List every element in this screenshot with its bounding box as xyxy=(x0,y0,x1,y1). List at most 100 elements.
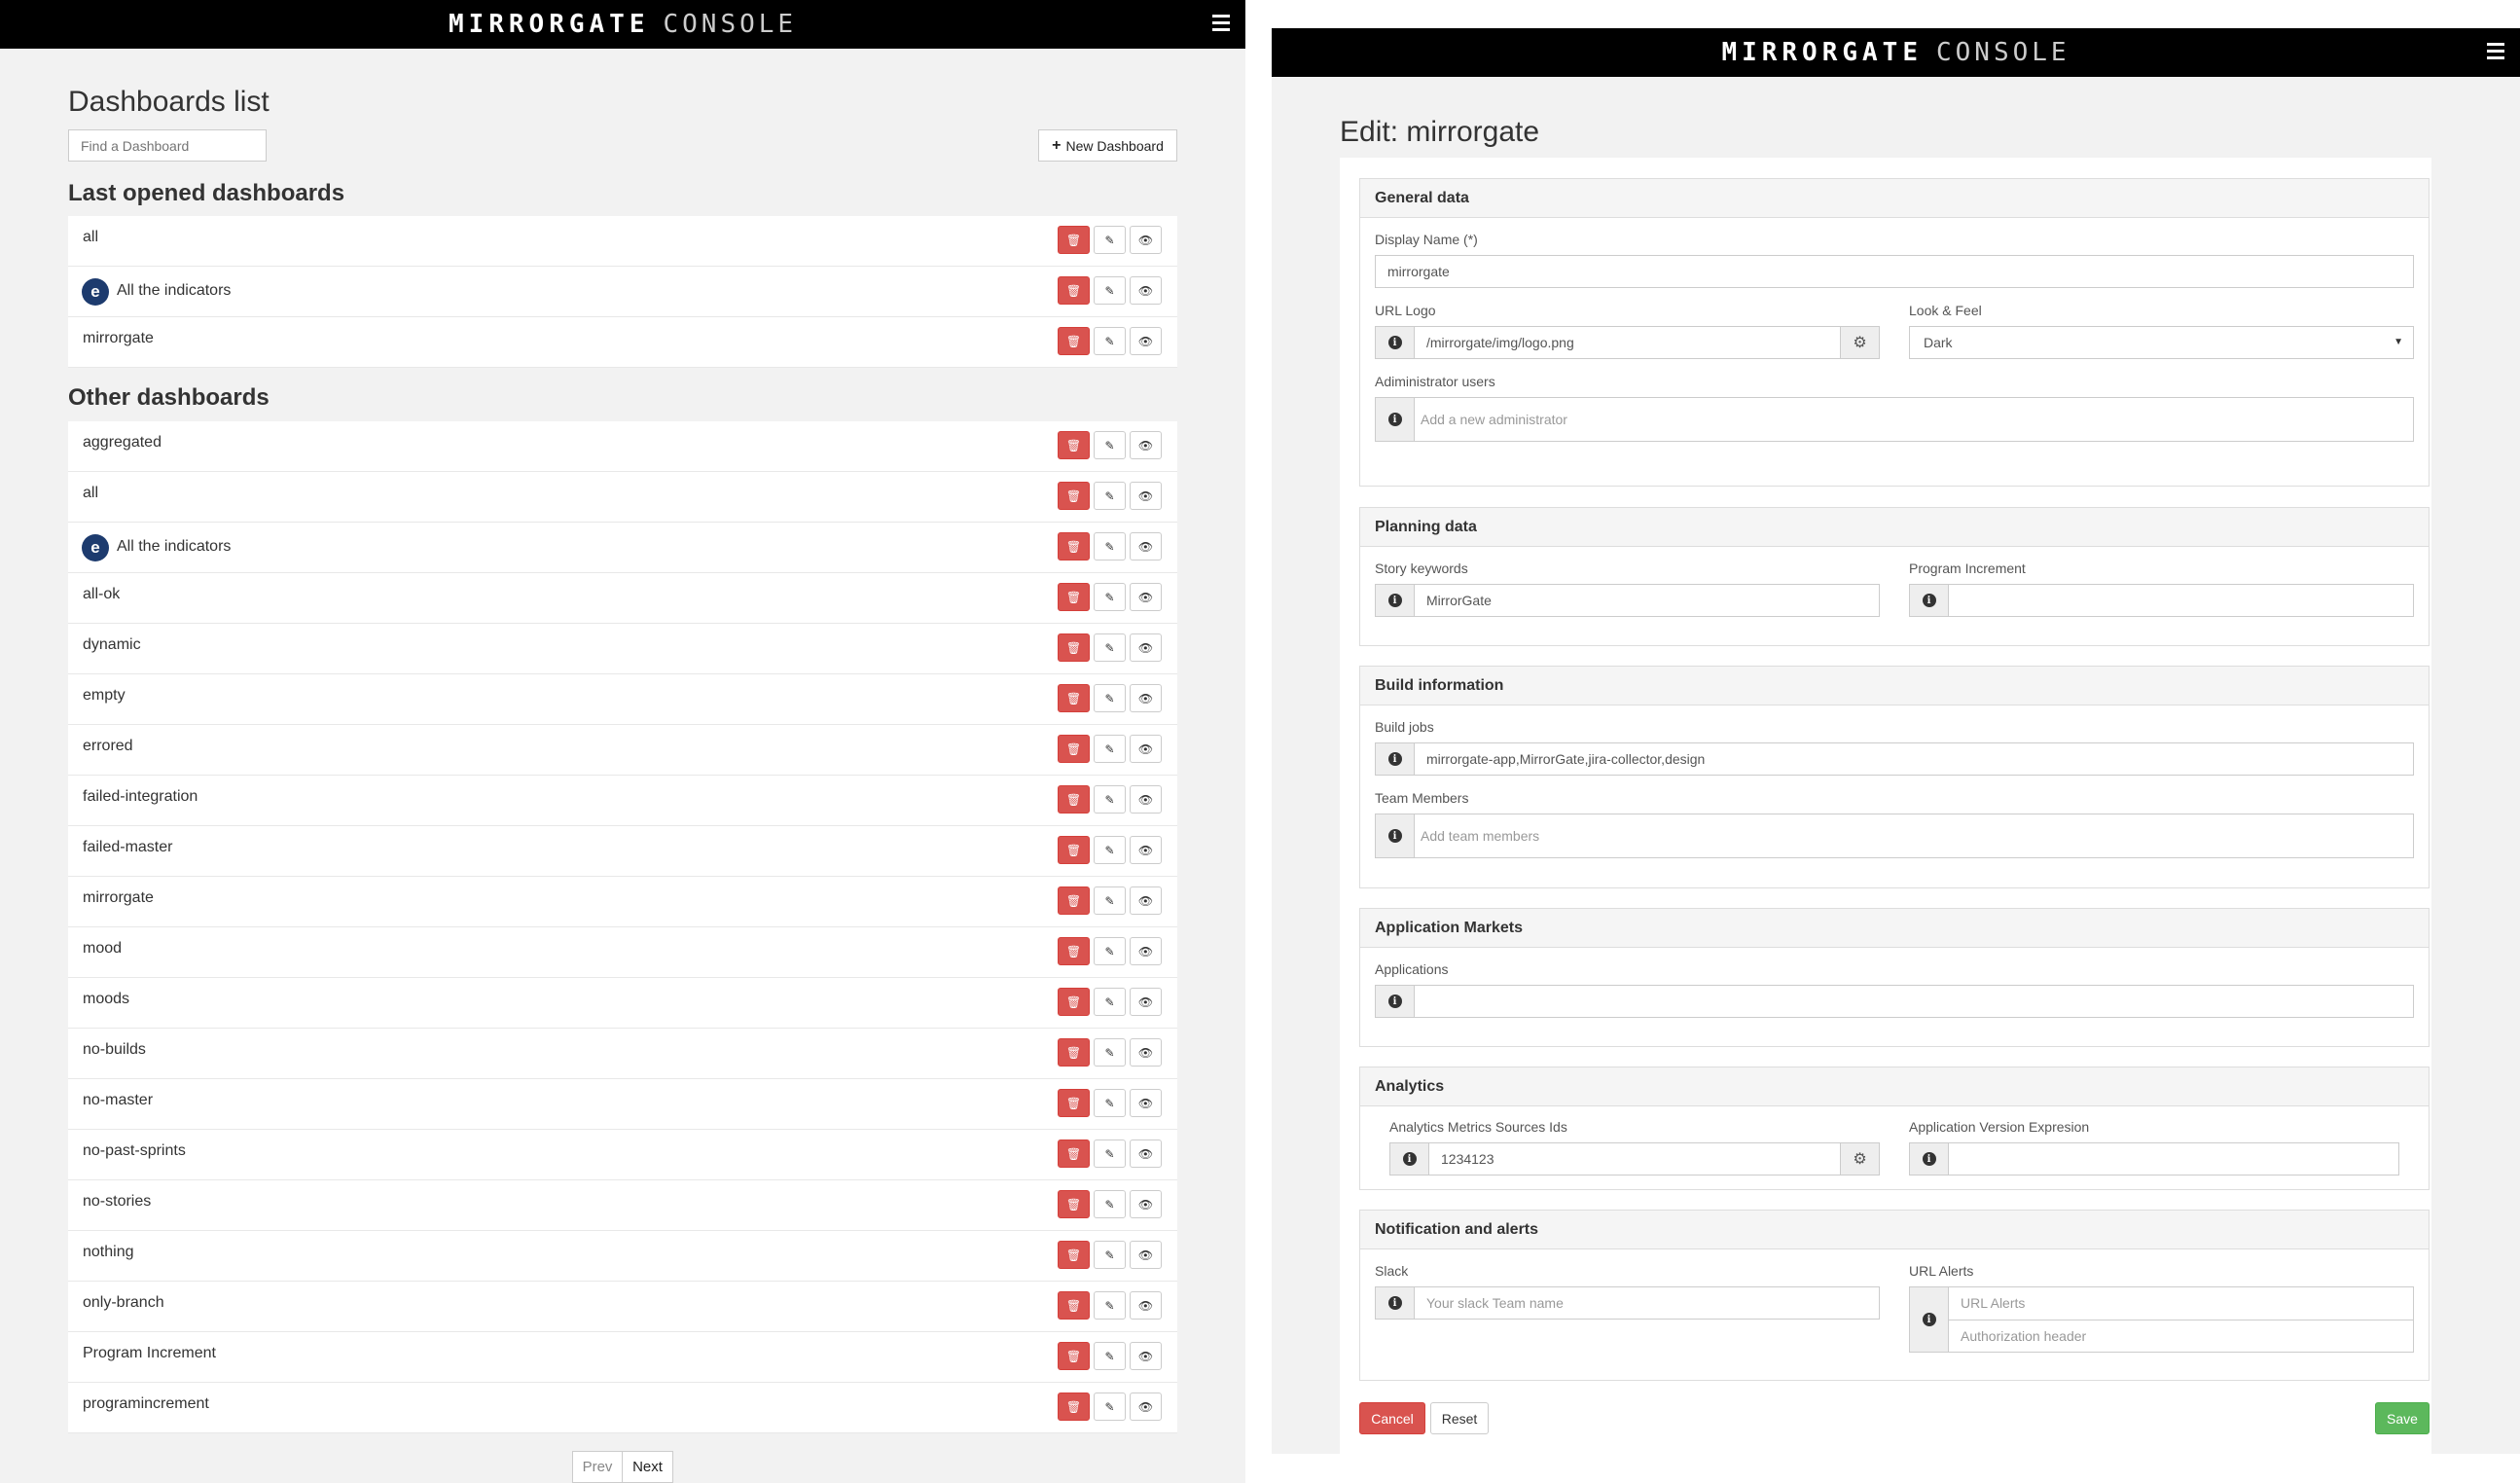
view-button[interactable]: 👁 xyxy=(1130,226,1162,254)
delete-button[interactable]: 🗑 xyxy=(1058,735,1090,763)
delete-button[interactable]: 🗑 xyxy=(1058,836,1090,864)
edit-button[interactable]: ✎ xyxy=(1094,1291,1126,1320)
authorization-header-field[interactable]: Authorization header xyxy=(1949,1320,2413,1353)
delete-button[interactable]: 🗑 xyxy=(1058,276,1090,305)
gear-icon[interactable]: ⚙ xyxy=(1840,1143,1879,1175)
story-keywords-field[interactable]: i MirrorGate xyxy=(1375,584,1880,617)
edit-button[interactable]: ✎ xyxy=(1094,1342,1126,1370)
delete-button[interactable]: 🗑 xyxy=(1058,937,1090,965)
dashboard-row[interactable]: mood 🗑 ✎ 👁 xyxy=(68,927,1177,978)
view-button[interactable]: 👁 xyxy=(1130,886,1162,915)
url-alerts-field[interactable]: URL Alerts xyxy=(1949,1287,2413,1320)
view-button[interactable]: 👁 xyxy=(1130,1038,1162,1067)
edit-button[interactable]: ✎ xyxy=(1094,684,1126,712)
view-button[interactable]: 👁 xyxy=(1130,988,1162,1016)
dashboard-row[interactable]: all-ok 🗑 ✎ 👁 xyxy=(68,573,1177,624)
edit-button[interactable]: ✎ xyxy=(1094,1089,1126,1117)
edit-button[interactable]: ✎ xyxy=(1094,276,1126,305)
dashboard-row[interactable]: failed-master 🗑 ✎ 👁 xyxy=(68,826,1177,877)
delete-button[interactable]: 🗑 xyxy=(1058,1038,1090,1067)
view-button[interactable]: 👁 xyxy=(1130,1393,1162,1421)
search-input[interactable] xyxy=(68,129,267,162)
app-version-field[interactable]: i xyxy=(1909,1142,2399,1176)
view-button[interactable]: 👁 xyxy=(1130,1190,1162,1218)
view-button[interactable]: 👁 xyxy=(1130,431,1162,459)
dashboard-row[interactable]: no-builds 🗑 ✎ 👁 xyxy=(68,1029,1177,1079)
cancel-button[interactable]: Cancel xyxy=(1359,1402,1425,1434)
dashboard-row[interactable]: dynamic 🗑 ✎ 👁 xyxy=(68,624,1177,674)
view-button[interactable]: 👁 xyxy=(1130,937,1162,965)
delete-button[interactable]: 🗑 xyxy=(1058,583,1090,611)
delete-button[interactable]: 🗑 xyxy=(1058,886,1090,915)
edit-button[interactable]: ✎ xyxy=(1094,886,1126,915)
edit-button[interactable]: ✎ xyxy=(1094,735,1126,763)
dashboard-row[interactable]: only-branch 🗑 ✎ 👁 xyxy=(68,1282,1177,1332)
delete-button[interactable]: 🗑 xyxy=(1058,1089,1090,1117)
delete-button[interactable]: 🗑 xyxy=(1058,633,1090,662)
new-dashboard-button[interactable]: + New Dashboard xyxy=(1038,129,1177,162)
look-feel-select[interactable]: Dark ▼ xyxy=(1909,326,2414,359)
view-button[interactable]: 👁 xyxy=(1130,1139,1162,1168)
url-logo-field[interactable]: i /mirrorgate/img/logo.png ⚙ xyxy=(1375,326,1880,359)
edit-button[interactable]: ✎ xyxy=(1094,988,1126,1016)
view-button[interactable]: 👁 xyxy=(1130,735,1162,763)
edit-button[interactable]: ✎ xyxy=(1094,633,1126,662)
dashboard-row[interactable]: Program Increment 🗑 ✎ 👁 xyxy=(68,1332,1177,1383)
dashboard-row[interactable]: no-past-sprints 🗑 ✎ 👁 xyxy=(68,1130,1177,1180)
view-button[interactable]: 👁 xyxy=(1130,583,1162,611)
view-button[interactable]: 👁 xyxy=(1130,1089,1162,1117)
admins-field[interactable]: i Add a new administrator xyxy=(1375,397,2414,442)
dashboard-row[interactable]: errored 🗑 ✎ 👁 xyxy=(68,725,1177,776)
dashboard-row[interactable]: e All the indicators 🗑 ✎ 👁 xyxy=(68,523,1177,573)
edit-button[interactable]: ✎ xyxy=(1094,327,1126,355)
view-button[interactable]: 👁 xyxy=(1130,633,1162,662)
delete-button[interactable]: 🗑 xyxy=(1058,1342,1090,1370)
edit-button[interactable]: ✎ xyxy=(1094,1190,1126,1218)
build-jobs-field[interactable]: i mirrorgate-app,MirrorGate,jira-collect… xyxy=(1375,742,2414,776)
delete-button[interactable]: 🗑 xyxy=(1058,1241,1090,1269)
delete-button[interactable]: 🗑 xyxy=(1058,988,1090,1016)
dashboard-row[interactable]: no-master 🗑 ✎ 👁 xyxy=(68,1079,1177,1130)
dashboard-row[interactable]: programincrement 🗑 ✎ 👁 xyxy=(68,1383,1177,1433)
menu-icon[interactable] xyxy=(1212,15,1230,32)
delete-button[interactable]: 🗑 xyxy=(1058,1291,1090,1320)
view-button[interactable]: 👁 xyxy=(1130,1241,1162,1269)
view-button[interactable]: 👁 xyxy=(1130,1291,1162,1320)
display-name-field[interactable]: mirrorgate xyxy=(1375,255,2414,288)
edit-button[interactable]: ✎ xyxy=(1094,1038,1126,1067)
delete-button[interactable]: 🗑 xyxy=(1058,327,1090,355)
dashboard-row[interactable]: moods 🗑 ✎ 👁 xyxy=(68,978,1177,1029)
view-button[interactable]: 👁 xyxy=(1130,276,1162,305)
delete-button[interactable]: 🗑 xyxy=(1058,431,1090,459)
delete-button[interactable]: 🗑 xyxy=(1058,532,1090,561)
view-button[interactable]: 👁 xyxy=(1130,482,1162,510)
edit-button[interactable]: ✎ xyxy=(1094,482,1126,510)
dashboard-row[interactable]: all 🗑 ✎ 👁 xyxy=(68,472,1177,523)
delete-button[interactable]: 🗑 xyxy=(1058,684,1090,712)
view-button[interactable]: 👁 xyxy=(1130,1342,1162,1370)
delete-button[interactable]: 🗑 xyxy=(1058,785,1090,814)
edit-button[interactable]: ✎ xyxy=(1094,226,1126,254)
menu-icon[interactable] xyxy=(2487,43,2504,60)
analytics-sources-field[interactable]: i 1234123 ⚙ xyxy=(1389,1142,1880,1176)
edit-button[interactable]: ✎ xyxy=(1094,532,1126,561)
save-button[interactable]: Save xyxy=(2375,1402,2430,1434)
view-button[interactable]: 👁 xyxy=(1130,785,1162,814)
slack-field[interactable]: i Your slack Team name xyxy=(1375,1286,1880,1320)
dashboard-row[interactable]: no-stories 🗑 ✎ 👁 xyxy=(68,1180,1177,1231)
edit-button[interactable]: ✎ xyxy=(1094,431,1126,459)
edit-button[interactable]: ✎ xyxy=(1094,836,1126,864)
edit-button[interactable]: ✎ xyxy=(1094,937,1126,965)
dashboard-row[interactable]: e All the indicators 🗑 ✎ 👁 xyxy=(68,267,1177,317)
dashboard-row[interactable]: nothing 🗑 ✎ 👁 xyxy=(68,1231,1177,1282)
edit-button[interactable]: ✎ xyxy=(1094,583,1126,611)
view-button[interactable]: 👁 xyxy=(1130,327,1162,355)
delete-button[interactable]: 🗑 xyxy=(1058,1393,1090,1421)
next-page-button[interactable]: Next xyxy=(623,1451,673,1483)
delete-button[interactable]: 🗑 xyxy=(1058,482,1090,510)
applications-field[interactable]: i xyxy=(1375,985,2414,1018)
edit-button[interactable]: ✎ xyxy=(1094,1139,1126,1168)
edit-button[interactable]: ✎ xyxy=(1094,1241,1126,1269)
delete-button[interactable]: 🗑 xyxy=(1058,1190,1090,1218)
delete-button[interactable]: 🗑 xyxy=(1058,1139,1090,1168)
